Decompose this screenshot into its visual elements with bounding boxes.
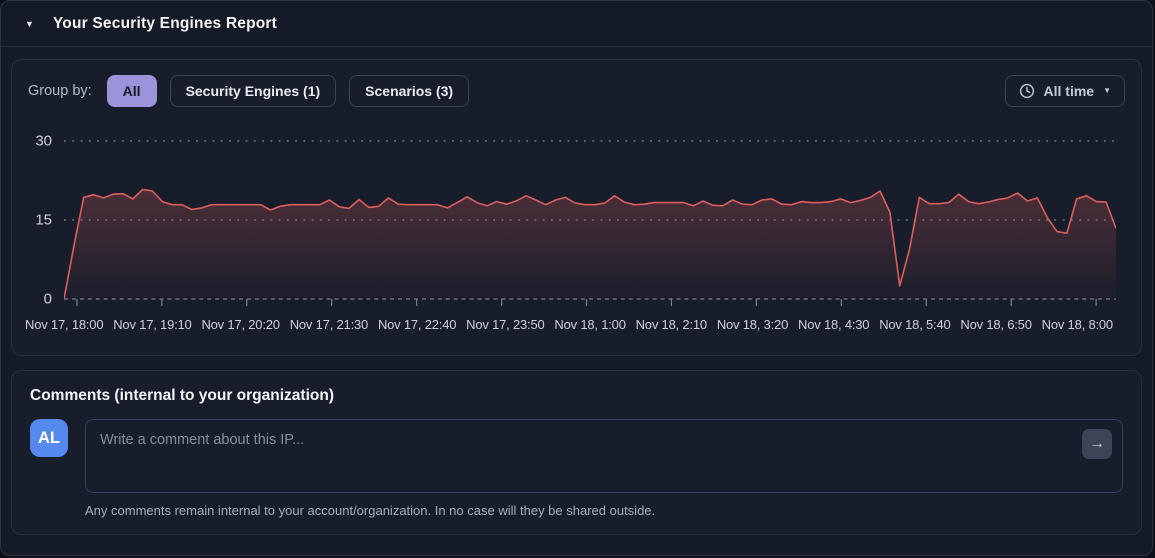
group-by-all-button[interactable]: All	[107, 75, 157, 107]
x-tick-label: Nov 18, 3:20	[717, 317, 788, 332]
arrow-right-icon: →	[1089, 435, 1105, 453]
page-title: Your Security Engines Report	[53, 15, 277, 33]
y-tick-label: 30	[14, 133, 52, 150]
chevron-down-icon: ▼	[1103, 82, 1111, 100]
report-header: ▼ Your Security Engines Report	[1, 1, 1152, 47]
comments-disclaimer: Any comments remain internal to your acc…	[85, 503, 1123, 518]
x-tick-label: Nov 17, 19:10	[113, 317, 191, 332]
report-chart-panel: Group by: All Security Engines (1) Scena…	[11, 59, 1142, 356]
x-axis-labels: Nov 17, 18:00 Nov 17, 19:10 Nov 17, 20:20 N…	[25, 317, 1113, 332]
x-tick-label: Nov 17, 23:50	[466, 317, 544, 332]
x-tick-label: Nov 17, 22:40	[378, 317, 456, 332]
group-by-label: Group by:	[28, 83, 92, 99]
comments-panel: Comments (internal to your organization)…	[11, 370, 1142, 535]
y-tick-label: 15	[14, 212, 52, 229]
x-tick-label: Nov 18, 6:50	[960, 317, 1031, 332]
y-tick-label: 0	[14, 291, 52, 308]
chart-svg	[64, 133, 1116, 309]
x-tick-label: Nov 17, 20:20	[201, 317, 279, 332]
comments-title: Comments (internal to your organization)	[30, 387, 1123, 405]
group-by-security-engines-button[interactable]: Security Engines (1)	[170, 75, 337, 107]
clock-icon	[1019, 83, 1035, 99]
x-tick-label: Nov 18, 8:00	[1042, 317, 1113, 332]
time-range-dropdown[interactable]: All time ▼	[1005, 75, 1126, 107]
x-tick-label: Nov 18, 1:00	[554, 317, 625, 332]
send-comment-button[interactable]: →	[1082, 429, 1112, 459]
x-tick-label: Nov 18, 5:40	[879, 317, 950, 332]
avatar: AL	[30, 419, 68, 457]
x-tick-label: Nov 17, 18:00	[25, 317, 103, 332]
x-tick-label: Nov 18, 2:10	[636, 317, 707, 332]
time-range-label: All time	[1044, 82, 1095, 100]
collapse-triangle-icon[interactable]: ▼	[25, 19, 34, 29]
group-by-scenarios-button[interactable]: Scenarios (3)	[349, 75, 469, 107]
chart-controls: Group by: All Security Engines (1) Scena…	[12, 60, 1141, 107]
security-report-page: ▼ Your Security Engines Report Group by:…	[0, 0, 1153, 556]
comment-input[interactable]	[86, 420, 1122, 492]
comment-input-wrap: →	[85, 419, 1123, 493]
comment-compose-row: AL →	[30, 419, 1123, 493]
x-tick-label: Nov 18, 4:30	[798, 317, 869, 332]
x-tick-label: Nov 17, 21:30	[290, 317, 368, 332]
line-chart: 01530	[64, 133, 1116, 309]
